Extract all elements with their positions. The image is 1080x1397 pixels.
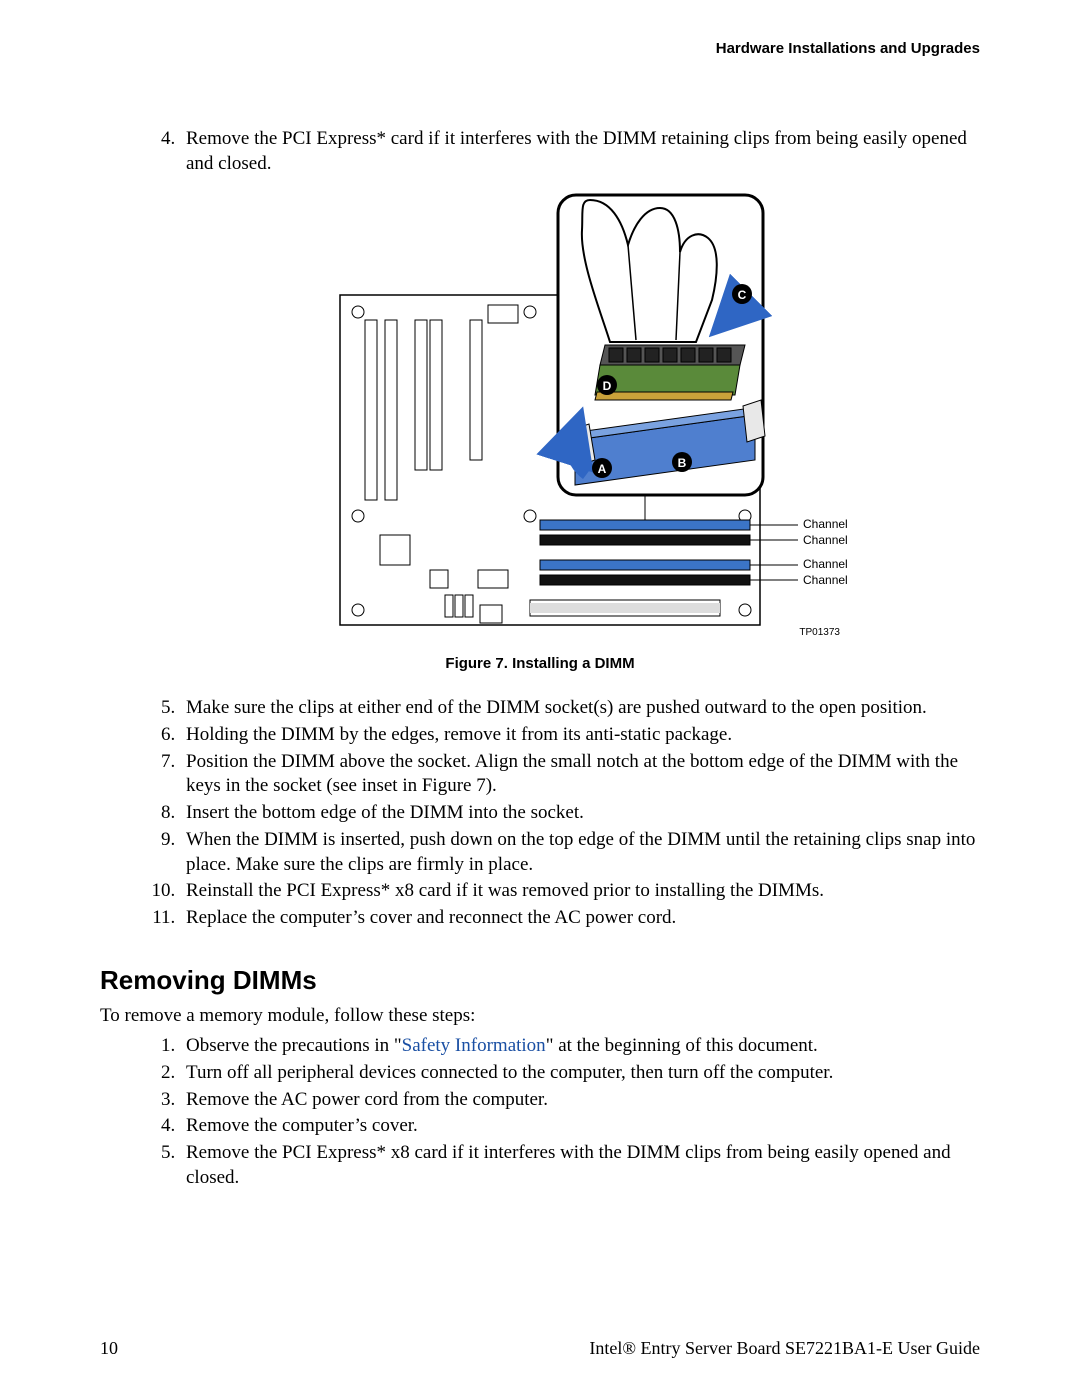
safety-information-link[interactable]: Safety Information [402, 1035, 546, 1056]
running-header: Hardware Installations and Upgrades [100, 40, 980, 57]
page-number: 10 [100, 1338, 118, 1359]
figure-7: Channel A, DIMM 0 Channel A, DIMM 1 Chan… [100, 190, 980, 672]
page-container: Hardware Installations and Upgrades Remo… [0, 0, 1080, 1397]
slot-label-a1: Channel A, DIMM 1 [803, 533, 850, 547]
guide-title: Intel® Entry Server Board SE7221BA1-E Us… [589, 1338, 980, 1359]
install-step-4: Remove the PCI Express* card if it inter… [180, 127, 980, 176]
install-step-9: When the DIMM is inserted, push down on … [180, 828, 980, 877]
figure-7-diagram: Channel A, DIMM 0 Channel A, DIMM 1 Chan… [230, 190, 850, 645]
remove-step-2: Turn off all peripheral devices connecte… [180, 1061, 980, 1086]
callout-D: D [603, 379, 612, 393]
install-steps-list-bottom: Make sure the clips at either end of the… [100, 696, 980, 930]
figure-7-caption: Figure 7. Installing a DIMM [100, 655, 980, 672]
slot-label-a0: Channel A, DIMM 0 [803, 517, 850, 531]
remove-step-1-post: " at the beginning of this document. [546, 1035, 818, 1056]
install-step-5: Make sure the clips at either end of the… [180, 696, 980, 721]
figure-ref-id: TP01373 [799, 627, 840, 638]
remove-step-1-pre: Observe the precautions in " [186, 1035, 402, 1056]
callout-A: A [598, 462, 607, 476]
slot-label-b1: Channel B, DIMM 1 [803, 573, 850, 587]
install-step-10: Reinstall the PCI Express* x8 card if it… [180, 879, 980, 904]
removing-dimms-heading: Removing DIMMs [100, 965, 980, 996]
remove-step-1: Observe the precautions in "Safety Infor… [180, 1034, 980, 1059]
remove-step-3: Remove the AC power cord from the comput… [180, 1088, 980, 1113]
slot-label-b0: Channel B, DIMM 0 [803, 557, 850, 571]
install-step-8: Insert the bottom edge of the DIMM into … [180, 801, 980, 826]
install-step-7: Position the DIMM above the socket. Alig… [180, 750, 980, 799]
remove-step-5: Remove the PCI Express* x8 card if it in… [180, 1141, 980, 1190]
install-step-6: Holding the DIMM by the edges, remove it… [180, 723, 980, 748]
install-step-11: Replace the computer’s cover and reconne… [180, 906, 980, 931]
callout-B: B [678, 456, 687, 470]
removing-intro: To remove a memory module, follow these … [100, 1004, 980, 1029]
page-footer: 10 Intel® Entry Server Board SE7221BA1-E… [100, 1338, 980, 1359]
removing-steps-list: Observe the precautions in "Safety Infor… [100, 1034, 980, 1190]
remove-step-4: Remove the computer’s cover. [180, 1114, 980, 1139]
callout-C: C [738, 288, 747, 302]
install-steps-list-top: Remove the PCI Express* card if it inter… [100, 127, 980, 176]
